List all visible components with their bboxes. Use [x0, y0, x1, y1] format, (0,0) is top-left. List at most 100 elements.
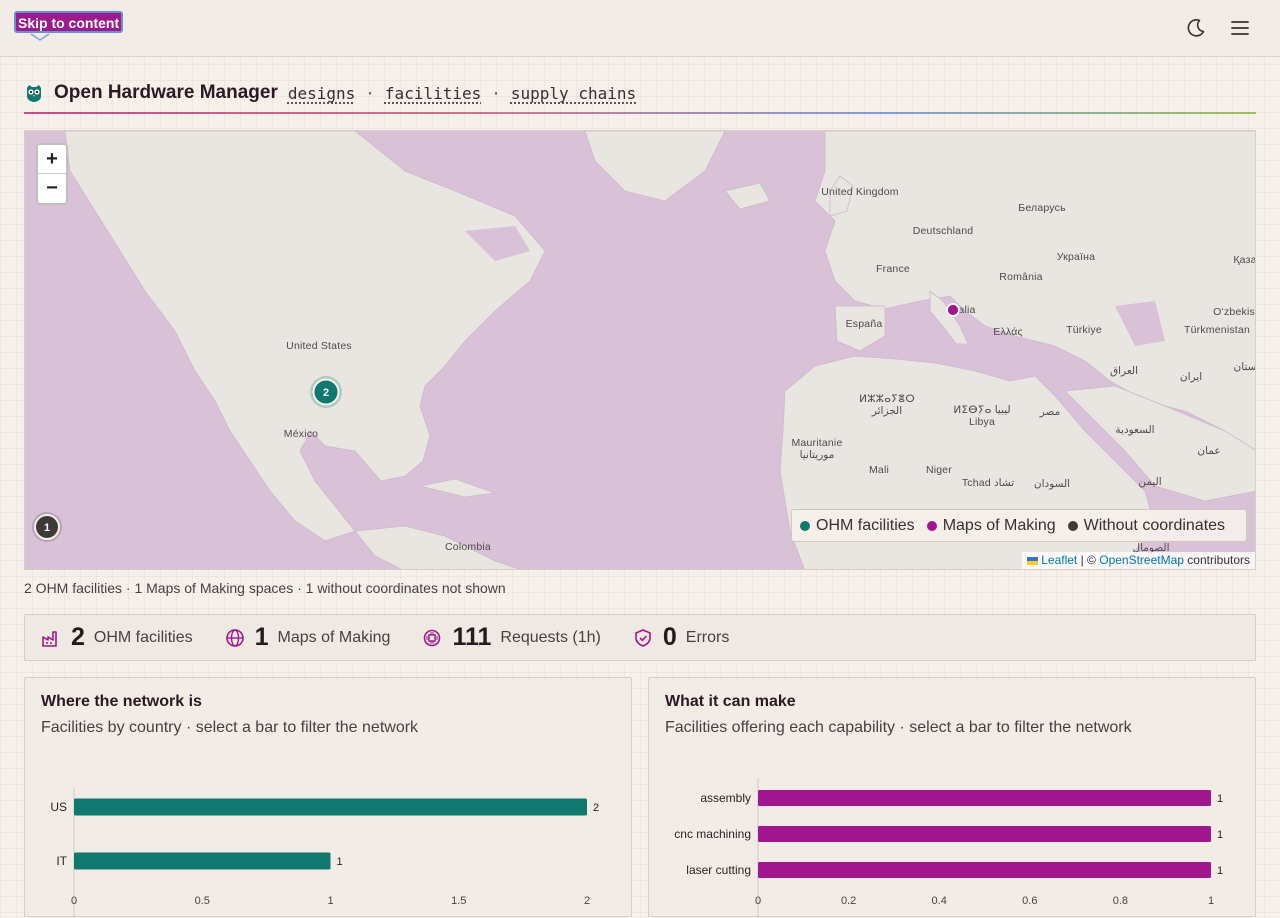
map-label: Ελλάς [993, 326, 1023, 338]
stat-requests: 111 Requests (1h) [422, 623, 601, 652]
capability-bar-chart[interactable]: assembly 1 cnc machining 1 laser cutting 1 0 0.… [649, 678, 1257, 918]
zoom-out-button[interactable]: − [38, 174, 66, 203]
map-label: Türkiye [1066, 324, 1102, 336]
app-title: Open Hardware Manager [54, 82, 278, 103]
map-label: السعودية [1115, 424, 1155, 436]
map-label: الجزائر [871, 405, 903, 417]
stats-bar: 2 OHM facilities 1 Maps of Making 111 Re… [24, 614, 1256, 661]
stat-value: 1 [254, 623, 269, 651]
chip-icon [424, 629, 441, 646]
top-bar: Skip to content [0, 0, 1280, 57]
map-label: México [283, 428, 319, 440]
bar[interactable] [758, 862, 1211, 878]
map-attribution: Leaflet | © OpenStreetMap contributors [1021, 552, 1255, 569]
main-nav: designs · facilities · supply chains [288, 84, 636, 103]
nav-supply-chains[interactable]: supply chains [511, 84, 636, 103]
cluster-count: 1 [44, 522, 50, 534]
map-caption: 2 OHM facilities · 1 Maps of Making spac… [24, 580, 506, 596]
dark-mode-icon[interactable] [1185, 17, 1207, 39]
map-label: Україна [1056, 251, 1096, 263]
zoom-control: + − [36, 143, 68, 205]
x-tick-label: 0.5 [195, 895, 210, 907]
nav-designs[interactable]: designs [288, 84, 355, 103]
facility-map[interactable]: + − United Kingdom Беларусь Deutschland … [24, 130, 1256, 570]
legend-ohm: OHM facilities [800, 517, 915, 535]
globe-icon [225, 628, 244, 647]
map-label: عمان [1197, 445, 1221, 457]
owl-logo-icon [27, 85, 41, 102]
cluster-count: 2 [323, 387, 329, 399]
header-divider [24, 112, 1256, 114]
bar[interactable] [74, 798, 587, 816]
x-tick-label: 0 [755, 895, 761, 907]
map-label: موريتانيا [799, 449, 835, 461]
bar[interactable] [758, 826, 1211, 842]
stat-label: OHM facilities [93, 628, 193, 646]
data-label: 1 [1217, 829, 1223, 841]
ohm-dot-icon [800, 520, 810, 531]
map-label: España [845, 318, 883, 330]
factory-icon [42, 630, 57, 647]
map-label: ⵍⵉⴱⵢⴰ ليبيا [953, 404, 1011, 416]
map-label: اليمن [1138, 476, 1162, 488]
category-label: IT [56, 854, 67, 868]
mom-dot-icon [926, 520, 937, 531]
map-label: Deutschland [912, 225, 974, 237]
chevron-down-icon [30, 33, 50, 41]
legend-maps-of-making: Maps of Making [926, 517, 1056, 535]
map-label: France [876, 263, 910, 275]
menu-icon[interactable] [1229, 17, 1251, 39]
map-label: مصر [1039, 406, 1061, 418]
country-panel: Where the network is Facilities by count… [24, 677, 633, 918]
map-label: ⵍⵣⵣⴰⵢⴻⵔ [859, 393, 915, 405]
x-tick-label: 0 [71, 895, 77, 907]
map-label: România [999, 271, 1043, 283]
capability-panel: What it can make Facilities offering eac… [648, 677, 1257, 918]
map-label: ستان [1233, 361, 1256, 373]
category-label: laser cutting [686, 863, 751, 877]
x-tick-label: 2 [584, 895, 590, 907]
nav-separator: · [365, 83, 375, 103]
zoom-in-button[interactable]: + [38, 145, 66, 174]
map-land-layer [64, 131, 1255, 569]
map-label: Oʻzbekis [1213, 306, 1255, 318]
map-label: Türkmenistan [1183, 324, 1251, 336]
maps-of-making-marker[interactable] [944, 301, 962, 319]
x-tick-label: 0.6 [1022, 895, 1037, 907]
bar[interactable] [74, 852, 331, 870]
x-tick-label: 1 [1208, 895, 1214, 907]
osm-link[interactable]: OpenStreetMap [1099, 553, 1184, 567]
stat-value: 111 [452, 623, 492, 651]
nocoord-dot-icon [1067, 520, 1078, 531]
stat-label: Maps of Making [277, 628, 391, 646]
map-legend: OHM facilities Maps of Making Without co… [791, 509, 1247, 542]
data-label: 1 [1217, 793, 1223, 805]
category-label: cnc machining [674, 827, 751, 841]
leaflet-link[interactable]: Leaflet [1041, 553, 1077, 567]
x-tick-label: 0.4 [932, 895, 947, 907]
bar[interactable] [758, 790, 1211, 806]
x-tick-label: 1.5 [451, 895, 466, 907]
map-label: Қаза [1233, 254, 1256, 266]
stat-errors: 0 Errors [633, 623, 729, 652]
skip-to-content-link[interactable]: Skip to content [14, 11, 124, 33]
map-label: Libya [968, 416, 996, 428]
attribution-text: contributors [1187, 553, 1250, 567]
legend-label: Without coordinates [1083, 516, 1226, 534]
data-label: 1 [1217, 865, 1223, 877]
ohm-cluster-marker[interactable]: 2 [308, 374, 344, 410]
x-tick-label: 0.8 [1113, 895, 1128, 907]
map-label: ایران [1179, 371, 1203, 383]
header: Open Hardware Manager designs · faciliti… [24, 79, 636, 107]
country-bar-chart[interactable]: US 2 IT 1 0 0.5 1 1.5 2 [25, 678, 633, 918]
stat-value: 0 [662, 623, 677, 651]
category-label: US [50, 800, 67, 814]
legend-label: OHM facilities [816, 516, 915, 534]
map-label: United Kingdom [821, 186, 899, 198]
ukraine-flag-icon [1026, 557, 1038, 565]
no-coordinates-marker[interactable]: 1 [30, 510, 64, 544]
map-label: Niger [925, 464, 953, 476]
stat-value: 2 [71, 623, 85, 651]
nav-facilities[interactable]: facilities [385, 84, 481, 103]
map-label: Mauritanie [791, 437, 843, 449]
